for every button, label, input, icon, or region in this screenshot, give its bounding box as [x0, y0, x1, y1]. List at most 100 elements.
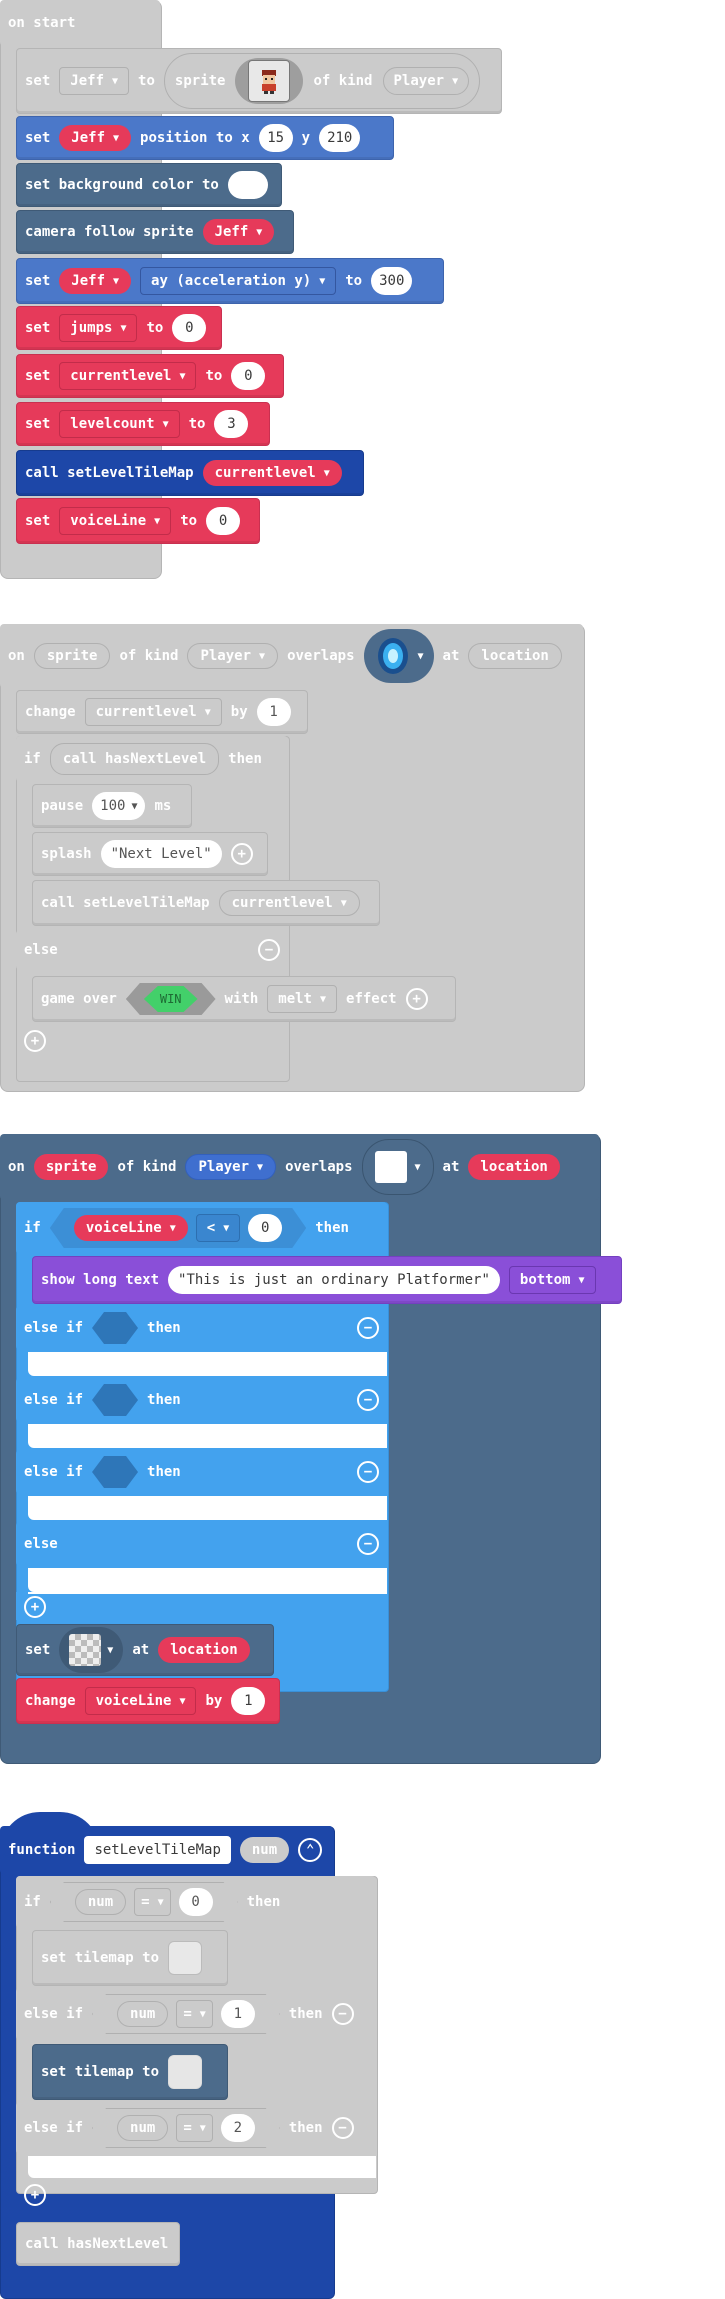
empty-statement-slot[interactable]: [28, 1568, 387, 1592]
set-tilemap-block-1[interactable]: set tilemap to: [32, 1930, 228, 1986]
if-header[interactable]: if call hasNextLevel then: [16, 736, 288, 782]
plus-icon[interactable]: +: [230, 843, 253, 865]
tile-picker[interactable]: ▼: [361, 1139, 434, 1195]
effect-dropdown[interactable]: melt ▼: [267, 985, 338, 1013]
minus-icon[interactable]: −: [258, 939, 280, 961]
minus-icon[interactable]: −: [357, 1389, 379, 1411]
add-branch-icon[interactable]: +: [24, 2184, 46, 2206]
operator-dropdown[interactable]: = ▼: [176, 2114, 212, 2142]
sprite-param[interactable]: sprite: [33, 1154, 109, 1180]
currentlevel-argument-dropdown[interactable]: currentlevel ▼: [202, 460, 342, 486]
set-sprite-block[interactable]: set Jeff ▼ to sprite of kind Player ▼: [16, 48, 502, 114]
num-variable[interactable]: num: [75, 1889, 126, 1915]
empty-statement-slot[interactable]: [28, 2156, 376, 2178]
minus-icon[interactable]: −: [357, 1461, 379, 1483]
sprite-param[interactable]: sprite: [33, 643, 111, 669]
empty-statement-slot[interactable]: [28, 1496, 387, 1520]
compare-condition[interactable]: num = ▼ 1: [92, 1994, 280, 2034]
else-header[interactable]: else −: [16, 930, 288, 970]
location-param[interactable]: location: [158, 1637, 250, 1663]
currentlevel-variable-dropdown[interactable]: currentlevel ▼: [84, 698, 222, 726]
minus-icon[interactable]: −: [357, 1317, 379, 1339]
overlap-event-header[interactable]: on sprite of kind Player ▼ overlaps ▼ at …: [0, 1134, 599, 1200]
compare-value-input[interactable]: 0: [179, 1888, 213, 1916]
levelcount-value-input[interactable]: 3: [214, 410, 249, 438]
jumps-variable-dropdown[interactable]: jumps ▼: [59, 314, 138, 342]
x-value-input[interactable]: 15: [258, 124, 293, 152]
splash-block[interactable]: splash "Next Level" +: [32, 832, 268, 876]
compare-value-input[interactable]: 0: [248, 1214, 282, 1242]
jumps-value-input[interactable]: 0: [172, 314, 207, 342]
tilemap-thumbnail[interactable]: [168, 1941, 203, 1975]
add-branch-icon[interactable]: +: [24, 1596, 46, 1618]
voiceline-variable-dropdown[interactable]: voiceLine ▼: [84, 1687, 197, 1715]
currentlevel-value-input[interactable]: 0: [231, 362, 266, 390]
kind-dropdown[interactable]: Player ▼: [187, 643, 279, 669]
sprite-image-picker[interactable]: [235, 58, 304, 104]
y-value-input[interactable]: 210: [319, 124, 361, 152]
win-boolean[interactable]: WIN: [126, 983, 216, 1015]
sprite-create-reporter[interactable]: sprite of kind Player ▼: [163, 53, 481, 109]
show-long-text-block[interactable]: show long text "This is just an ordinary…: [32, 1256, 622, 1304]
call-hasnextlevel-block[interactable]: call hasNextLevel: [16, 2222, 180, 2266]
empty-condition-slot[interactable]: [92, 1456, 139, 1488]
num-param[interactable]: num: [239, 1837, 290, 1863]
empty-statement-slot[interactable]: [28, 1424, 387, 1448]
if-header[interactable]: if voiceLine ▼ < ▼ 0 then: [16, 1202, 387, 1254]
position-dropdown[interactable]: bottom ▼: [508, 1266, 596, 1294]
function-header[interactable]: function setLevelTileMap num ⌃: [0, 1826, 333, 1874]
compare-condition[interactable]: num = ▼ 0: [50, 1882, 238, 1922]
if-header[interactable]: if num = ▼ 0 then: [16, 1876, 376, 1928]
jeff-variable-dropdown[interactable]: Jeff ▼: [59, 268, 132, 294]
empty-condition-slot[interactable]: [92, 1312, 139, 1344]
change-currentlevel-block[interactable]: change currentlevel ▼ by 1: [16, 690, 308, 734]
tile-picker[interactable]: ▼: [59, 1627, 124, 1673]
else-if-header-2[interactable]: else if then −: [16, 1378, 387, 1422]
acceleration-value-input[interactable]: 300: [371, 267, 413, 295]
call-setleveltilemap-block[interactable]: call setLevelTileMap currentlevel ▼: [32, 880, 380, 926]
tile-picker[interactable]: ▼: [363, 629, 434, 683]
minus-icon[interactable]: −: [331, 2117, 354, 2139]
property-dropdown[interactable]: ay (acceleration y) ▼: [140, 267, 337, 295]
voiceline-variable-dropdown[interactable]: voiceLine ▼: [74, 1215, 188, 1241]
tilemap-thumbnail[interactable]: [168, 2055, 203, 2089]
else-if-header-2[interactable]: else if num = ▼ 2 then −: [16, 2102, 376, 2154]
color-picker[interactable]: [227, 171, 268, 199]
set-tile-block[interactable]: set ▼ at location: [16, 1624, 274, 1676]
location-param[interactable]: location: [468, 1154, 560, 1180]
splash-text-input[interactable]: "Next Level": [100, 840, 222, 868]
currentlevel-variable-dropdown[interactable]: currentlevel ▼: [59, 362, 197, 390]
set-voiceline-block[interactable]: set voiceLine ▼ to 0: [16, 498, 260, 544]
camera-follow-block[interactable]: camera follow sprite Jeff ▼: [16, 210, 294, 254]
set-levelcount-block[interactable]: set levelcount ▼ to 3: [16, 402, 270, 446]
levelcount-variable-dropdown[interactable]: levelcount ▼: [59, 410, 180, 438]
long-text-input[interactable]: "This is just an ordinary Platformer": [168, 1266, 500, 1294]
set-background-color-block[interactable]: set background color to: [16, 163, 282, 207]
empty-condition-slot[interactable]: [92, 1384, 139, 1416]
on-start-header[interactable]: on start: [0, 0, 160, 46]
compare-condition[interactable]: voiceLine ▼ < ▼ 0: [50, 1208, 306, 1248]
chevron-up-icon[interactable]: ⌃: [298, 1838, 323, 1862]
set-jumps-block[interactable]: set jumps ▼ to 0: [16, 306, 222, 350]
currentlevel-argument-dropdown[interactable]: currentlevel ▼: [218, 890, 360, 916]
else-if-header-3[interactable]: else if then −: [16, 1450, 387, 1494]
minus-icon[interactable]: −: [357, 1533, 379, 1555]
operator-dropdown[interactable]: = ▼: [176, 2000, 212, 2028]
change-value-input[interactable]: 1: [231, 1687, 266, 1715]
change-value-input[interactable]: 1: [256, 698, 291, 726]
operator-dropdown[interactable]: < ▼: [196, 1214, 240, 1242]
compare-value-input[interactable]: 2: [221, 2114, 255, 2142]
else-header[interactable]: else −: [16, 1522, 387, 1566]
set-position-block[interactable]: set Jeff ▼ position to x 15 y 210: [16, 116, 394, 160]
has-next-level-condition[interactable]: call hasNextLevel: [49, 743, 220, 775]
minus-icon[interactable]: −: [331, 2003, 354, 2025]
jeff-variable-dropdown[interactable]: Jeff ▼: [59, 67, 130, 95]
kind-dropdown[interactable]: Player ▼: [185, 1154, 277, 1180]
call-setleveltilemap-block[interactable]: call setLevelTileMap currentlevel ▼: [16, 450, 364, 496]
plus-icon[interactable]: +: [405, 988, 428, 1010]
pause-duration-dropdown[interactable]: 100 ▼: [92, 792, 146, 820]
function-name-input[interactable]: setLevelTileMap: [84, 1836, 231, 1864]
kind-dropdown[interactable]: Player ▼: [382, 67, 470, 95]
set-currentlevel-block[interactable]: set currentlevel ▼ to 0: [16, 354, 284, 398]
else-if-header-1[interactable]: else if num = ▼ 1 then −: [16, 1988, 376, 2040]
